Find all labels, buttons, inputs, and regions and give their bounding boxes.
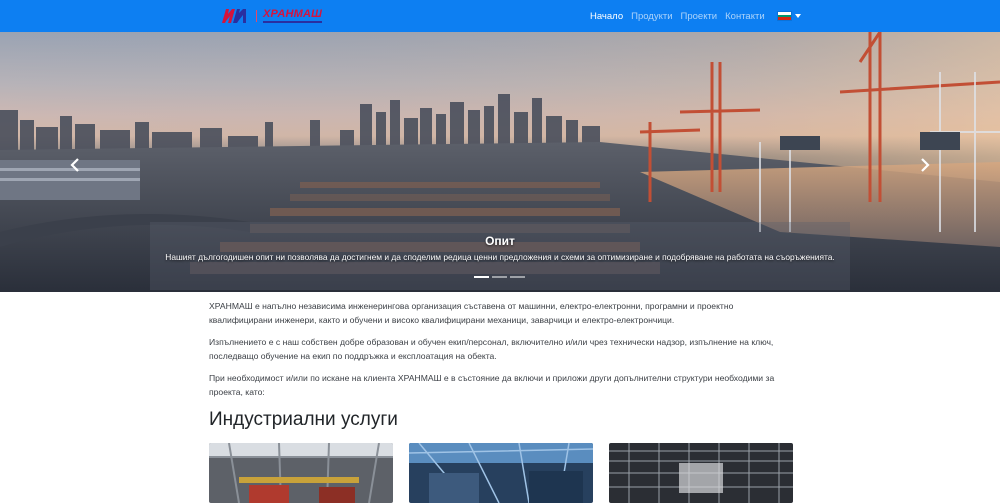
factory-structure-image (609, 443, 793, 503)
carousel-indicator-1[interactable] (474, 276, 489, 278)
service-card-image[interactable] (409, 443, 593, 503)
nav-projects[interactable]: Проекти (677, 11, 722, 22)
service-card-image[interactable] (209, 443, 393, 503)
service-card-image[interactable] (609, 443, 793, 503)
about-paragraph: Изпълнението е с наш собствен добре обра… (209, 337, 774, 361)
carousel-indicator-2[interactable] (492, 276, 507, 278)
chevron-down-icon (794, 14, 801, 18)
hero-carousel: Опит Нашият дългогодишен опит ни позволя… (0, 32, 1000, 292)
carousel-next-button[interactable] (914, 154, 936, 176)
carousel-indicators (474, 276, 525, 278)
brand-logo[interactable]: ХРАНМАШ (220, 7, 323, 25)
brand-name: ХРАНМАШ (263, 9, 323, 23)
about-section: ХРАНМАШ е напълно независима инженеринго… (209, 300, 793, 408)
about-paragraph: При необходимост и/или по искане на клие… (209, 373, 775, 397)
carousel-caption-title: Опит (485, 234, 515, 248)
carousel-caption-text: Нашият дългогодишен опит ни позволява да… (165, 252, 835, 262)
main-nav: Начало Продукти Проекти Контакти (586, 0, 801, 32)
nav-home[interactable]: Начало (586, 11, 627, 22)
hm-logo-icon (222, 9, 246, 23)
carousel-prev-button[interactable] (64, 154, 86, 176)
chevron-right-icon (921, 158, 930, 172)
warehouse-image (409, 443, 593, 503)
bulgarian-flag-icon (776, 11, 792, 21)
nav-products[interactable]: Продукти (627, 11, 676, 22)
nav-contacts[interactable]: Контакти (721, 11, 769, 22)
logo-separator (256, 10, 257, 22)
carousel-indicator-3[interactable] (510, 276, 525, 278)
chevron-left-icon (70, 158, 79, 172)
about-paragraph: ХРАНМАШ е напълно независима инженеринго… (209, 301, 734, 325)
language-dropdown[interactable] (776, 11, 801, 21)
industrial-hall-image (209, 443, 393, 503)
services-title: Индустриални услуги (209, 409, 398, 430)
top-navbar: ХРАНМАШ Начало Продукти Проекти Контакти (0, 0, 1000, 32)
